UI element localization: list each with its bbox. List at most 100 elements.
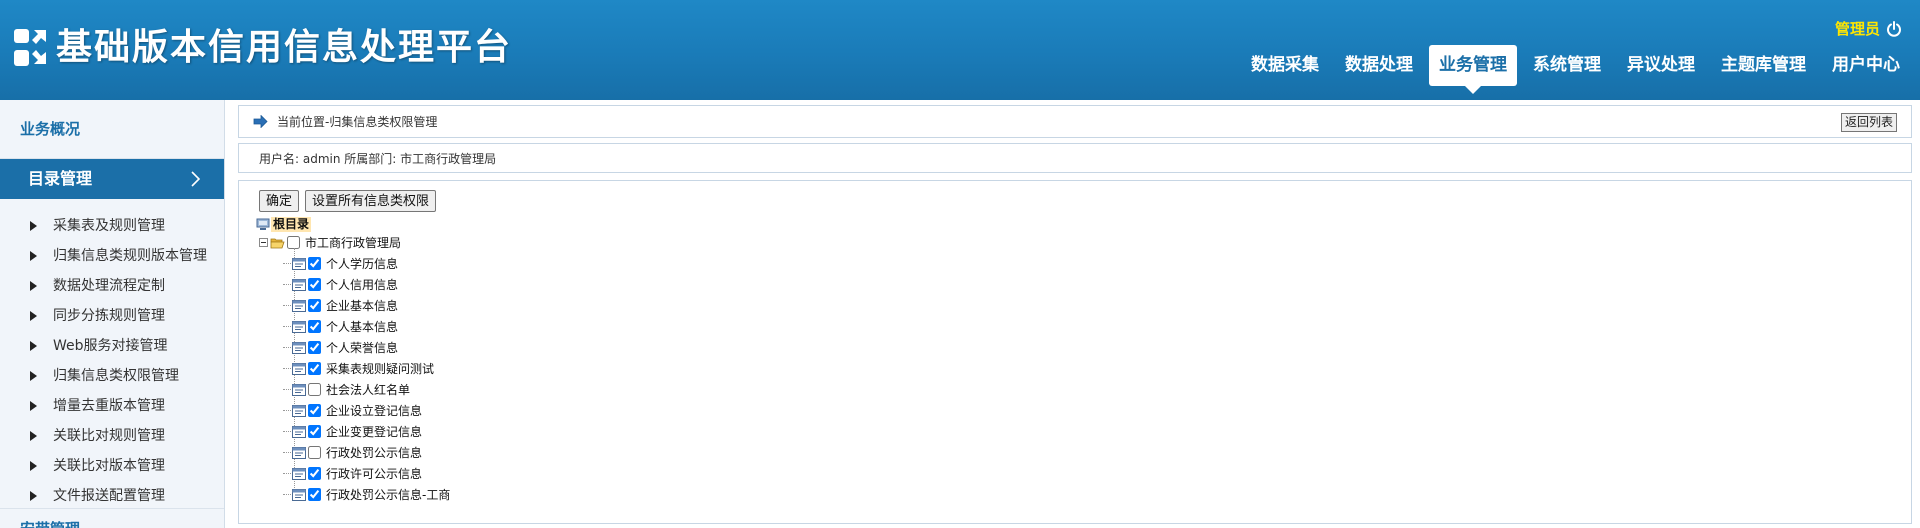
leaf-label: 行政处罚公示信息-工商	[326, 488, 451, 502]
tree-node-leaf-4[interactable]: 个人基本信息	[283, 316, 398, 337]
power-icon[interactable]	[1886, 20, 1902, 37]
sidebar-item-collection-rules[interactable]: 采集表及规则管理	[0, 211, 224, 241]
leaf-label: 个人荣誉信息	[326, 341, 399, 355]
tree-node-leaf-11[interactable]: 行政许可公示信息	[283, 463, 422, 484]
leaf-checkbox[interactable]	[308, 278, 321, 291]
sidebar-item-permission-management[interactable]: 归集信息类权限管理	[0, 361, 224, 391]
triangle-right-icon	[30, 491, 37, 501]
leaf-checkbox[interactable]	[308, 467, 321, 480]
current-user[interactable]: 管理员	[1835, 18, 1880, 39]
breadcrumb: 当前位置-归集信息类权限管理 返回列表	[238, 105, 1912, 138]
leaf-checkbox[interactable]	[308, 320, 321, 333]
info-class-icon	[292, 404, 306, 417]
tree-node-leaf-7[interactable]: 社会法人红名单	[283, 379, 410, 400]
triangle-right-icon	[30, 431, 37, 441]
sidebar-section-overview[interactable]: 业务概况	[0, 100, 224, 159]
user-area: 管理员	[1835, 18, 1902, 39]
chevron-right-icon	[191, 171, 200, 187]
tree-connector-h	[283, 389, 291, 390]
leaf-label: 个人信用信息	[326, 278, 399, 292]
sidebar-item-label: 数据处理流程定制	[53, 278, 165, 294]
sidebar-submenu: 采集表及规则管理 归集信息类规则版本管理 数据处理流程定制 同步分拣规则管理 W…	[0, 199, 224, 511]
permission-tree-panel: 确定 设置所有信息类权限 根目录 市工商行政管理局 个人学历信息 个人信用信息 …	[238, 180, 1912, 524]
leaf-checkbox[interactable]	[308, 362, 321, 375]
tree-connector-h	[283, 410, 291, 411]
info-class-icon	[292, 425, 306, 438]
tree-node-leaf-3[interactable]: 企业基本信息	[283, 295, 398, 316]
sidebar-item-sync-sorting[interactable]: 同步分拣规则管理	[0, 301, 224, 331]
triangle-right-icon	[30, 221, 37, 231]
folder-open-icon	[270, 238, 285, 248]
sidebar-item-dedup-versions[interactable]: 增量去重版本管理	[0, 391, 224, 421]
main-nav: 数据采集 数据处理 业务管理 系统管理 异议处理 主题库管理 用户中心	[1235, 45, 1910, 94]
leaf-label: 社会法人红名单	[326, 383, 411, 397]
leaf-label: 企业变更登记信息	[326, 425, 423, 439]
tree-connector-h	[283, 305, 291, 306]
tree-node-leaf-1[interactable]: 个人学历信息	[283, 253, 398, 274]
tree-connector-h	[283, 452, 291, 453]
leaf-label: 采集表规则疑问测试	[326, 362, 435, 376]
leaf-checkbox[interactable]	[308, 425, 321, 438]
leaf-checkbox[interactable]	[308, 383, 321, 396]
sidebar-item-label: 文件报送配置管理	[53, 488, 165, 504]
info-class-icon	[292, 362, 306, 375]
leaf-checkbox[interactable]	[308, 341, 321, 354]
sidebar-section-next[interactable]: 安带管理	[0, 508, 224, 528]
sidebar-item-file-report-config[interactable]: 文件报送配置管理	[0, 481, 224, 511]
confirm-button[interactable]: 确定	[259, 190, 300, 212]
tree-node-department[interactable]: 市工商行政管理局	[259, 232, 401, 253]
info-class-icon	[292, 446, 306, 459]
tree-node-leaf-9[interactable]: 企业变更登记信息	[283, 421, 422, 442]
back-to-list-button[interactable]: 返回列表	[1840, 113, 1897, 132]
nav-business-management[interactable]: 业务管理	[1429, 45, 1517, 94]
tree-connector-h	[283, 494, 291, 495]
tree-connector-h	[283, 284, 291, 285]
leaf-checkbox[interactable]	[308, 446, 321, 459]
tree-node-leaf-8[interactable]: 企业设立登记信息	[283, 400, 422, 421]
sidebar-item-label: 增量去重版本管理	[53, 398, 165, 414]
set-all-permissions-button[interactable]: 设置所有信息类权限	[305, 190, 437, 212]
tree-connector-h	[283, 431, 291, 432]
leaf-label: 个人基本信息	[326, 320, 399, 334]
sidebar-item-catalog-management[interactable]: 目录管理	[0, 159, 224, 199]
leaf-checkbox[interactable]	[308, 257, 321, 270]
breadcrumb-text: 当前位置-归集信息类权限管理	[277, 115, 438, 129]
nav-data-processing[interactable]: 数据处理	[1335, 45, 1423, 86]
sidebar-item-label: 关联比对规则管理	[53, 428, 165, 444]
sidebar-item-label: 归集信息类规则版本管理	[53, 248, 207, 264]
sidebar-item-web-service[interactable]: Web服务对接管理	[0, 331, 224, 361]
tree-node-leaf-2[interactable]: 个人信用信息	[283, 274, 398, 295]
nav-user-center[interactable]: 用户中心	[1822, 45, 1910, 86]
department-label: 市工商行政管理局	[305, 236, 402, 250]
info-class-icon	[292, 299, 306, 312]
nav-system-management[interactable]: 系统管理	[1523, 45, 1611, 86]
sidebar-item-label: 采集表及规则管理	[53, 218, 165, 234]
leaf-checkbox[interactable]	[308, 299, 321, 312]
leaf-checkbox[interactable]	[308, 488, 321, 501]
triangle-right-icon	[30, 311, 37, 321]
nav-data-collection[interactable]: 数据采集	[1241, 45, 1329, 86]
nav-objection-handling[interactable]: 异议处理	[1617, 45, 1705, 86]
tree-node-leaf-10[interactable]: 行政处罚公示信息	[283, 442, 422, 463]
tree-node-leaf-6[interactable]: 采集表规则疑问测试	[283, 358, 434, 379]
tree-root[interactable]: 根目录	[256, 216, 312, 232]
sidebar-item-label: Web服务对接管理	[53, 338, 168, 354]
leaf-checkbox[interactable]	[308, 404, 321, 417]
sidebar-item-rule-versions[interactable]: 归集信息类规则版本管理	[0, 241, 224, 271]
triangle-right-icon	[30, 251, 37, 261]
collapse-icon[interactable]	[259, 238, 268, 247]
sidebar-item-match-rules[interactable]: 关联比对规则管理	[0, 421, 224, 451]
triangle-right-icon	[30, 401, 37, 411]
info-class-icon	[292, 488, 306, 501]
tree-node-leaf-5[interactable]: 个人荣誉信息	[283, 337, 398, 358]
leaf-label: 个人学历信息	[326, 257, 399, 271]
triangle-right-icon	[30, 461, 37, 471]
info-class-icon	[292, 467, 306, 480]
sidebar-item-match-versions[interactable]: 关联比对版本管理	[0, 451, 224, 481]
tree-root-label: 根目录	[271, 216, 312, 232]
nav-theme-library[interactable]: 主题库管理	[1711, 45, 1816, 86]
info-class-icon	[292, 320, 306, 333]
arrow-right-icon	[253, 115, 268, 128]
tree-node-leaf-12[interactable]: 行政处罚公示信息-工商	[283, 484, 450, 505]
sidebar-item-process-flow[interactable]: 数据处理流程定制	[0, 271, 224, 301]
